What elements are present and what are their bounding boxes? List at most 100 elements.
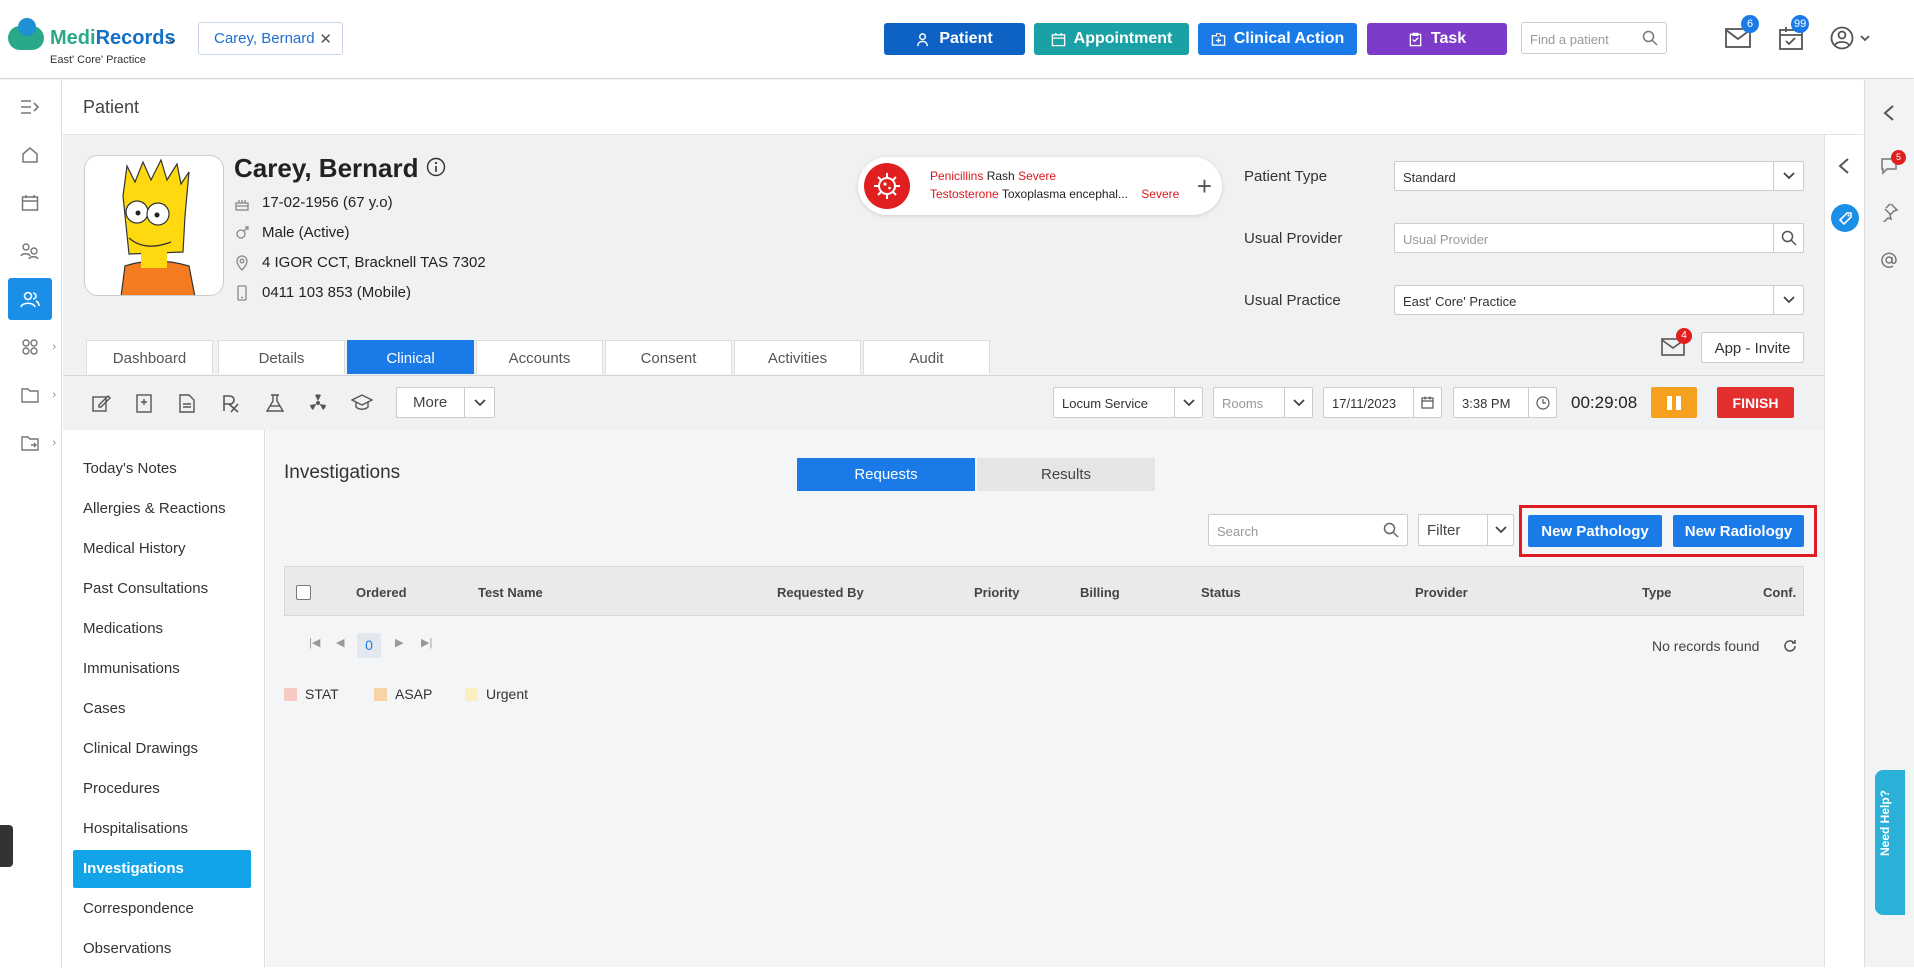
collapse-panel-icon[interactable] bbox=[1882, 104, 1896, 126]
app-logo[interactable]: MediRecords bbox=[50, 27, 176, 50]
patients-icon[interactable] bbox=[8, 278, 52, 320]
col-conf[interactable]: Conf. bbox=[1763, 585, 1796, 600]
results-toggle[interactable]: Results bbox=[977, 458, 1155, 491]
menu-hospitalisations[interactable]: Hospitalisations bbox=[73, 810, 251, 848]
time-input[interactable]: 3:38 PM bbox=[1453, 387, 1557, 418]
need-help-tab[interactable]: Need Help? bbox=[1875, 770, 1905, 915]
finish-button[interactable]: FINISH bbox=[1717, 387, 1794, 418]
folder-icon[interactable]: › bbox=[8, 374, 56, 416]
usual-provider-input[interactable]: Usual Provider bbox=[1394, 223, 1804, 253]
pause-button[interactable] bbox=[1651, 387, 1697, 418]
new-task-button[interactable]: Task bbox=[1367, 23, 1507, 55]
document-icon[interactable] bbox=[178, 393, 196, 417]
menu-past-consultations[interactable]: Past Consultations bbox=[73, 570, 251, 608]
folder-share-icon[interactable]: › bbox=[8, 422, 56, 464]
menu-observations[interactable]: Observations bbox=[73, 930, 251, 968]
more-dropdown[interactable]: More bbox=[396, 387, 495, 418]
chevron-down-icon[interactable] bbox=[1487, 515, 1513, 545]
chevron-down-icon[interactable] bbox=[1284, 388, 1312, 417]
close-icon[interactable]: ✕ bbox=[319, 30, 332, 48]
col-status[interactable]: Status bbox=[1201, 585, 1241, 600]
page-number[interactable]: 0 bbox=[357, 633, 381, 658]
new-radiology-button[interactable]: New Radiology bbox=[1673, 515, 1804, 547]
col-provider[interactable]: Provider bbox=[1415, 585, 1468, 600]
education-icon[interactable] bbox=[350, 393, 374, 417]
patient-type-select[interactable]: Standard bbox=[1394, 161, 1804, 191]
mail-icon[interactable]: 6 bbox=[1725, 15, 1759, 54]
menu-medical-history[interactable]: Medical History bbox=[73, 530, 251, 568]
rooms-select[interactable]: Rooms bbox=[1213, 387, 1313, 418]
filter-dropdown[interactable]: Filter bbox=[1418, 514, 1514, 546]
app-messages-icon[interactable]: 4 bbox=[1661, 328, 1692, 361]
tab-audit[interactable]: Audit bbox=[863, 340, 990, 374]
info-icon[interactable] bbox=[426, 157, 446, 177]
find-patient-input[interactable]: Find a patient bbox=[1521, 22, 1667, 54]
calendar-nav-icon[interactable] bbox=[8, 182, 52, 224]
left-edge-tab[interactable] bbox=[0, 825, 13, 867]
tab-clinical[interactable]: Clinical bbox=[347, 340, 474, 374]
notes-edit-icon[interactable] bbox=[91, 393, 111, 417]
menu-procedures[interactable]: Procedures bbox=[73, 770, 251, 808]
service-select[interactable]: Locum Service bbox=[1053, 387, 1203, 418]
new-pathology-button[interactable]: New Pathology bbox=[1528, 515, 1662, 547]
col-test-name[interactable]: Test Name bbox=[478, 585, 543, 600]
radiation-icon[interactable] bbox=[308, 393, 328, 417]
app-invite-button[interactable]: App - Invite bbox=[1701, 332, 1804, 363]
col-billing[interactable]: Billing bbox=[1080, 585, 1120, 600]
tab-accounts[interactable]: Accounts bbox=[476, 340, 603, 374]
chevron-down-icon[interactable]: ⌄ bbox=[166, 30, 178, 47]
first-page-icon[interactable]: |◀ bbox=[309, 636, 320, 649]
refresh-icon[interactable] bbox=[1782, 638, 1798, 658]
tab-consent[interactable]: Consent bbox=[605, 340, 732, 374]
search-icon[interactable] bbox=[1642, 30, 1658, 46]
search-icon[interactable] bbox=[1383, 522, 1399, 538]
menu-todays-notes[interactable]: Today's Notes bbox=[73, 450, 251, 488]
tab-dashboard[interactable]: Dashboard bbox=[86, 340, 213, 374]
chat-icon[interactable]: 5 bbox=[1879, 150, 1906, 180]
investigations-search-input[interactable]: Search bbox=[1208, 514, 1408, 546]
menu-investigations[interactable]: Investigations bbox=[73, 850, 251, 888]
menu-immunisations[interactable]: Immunisations bbox=[73, 650, 251, 688]
menu-allergies-reactions[interactable]: Allergies & Reactions bbox=[73, 490, 251, 528]
usual-practice-select[interactable]: East' Core' Practice bbox=[1394, 285, 1804, 315]
tab-activities[interactable]: Activities bbox=[734, 340, 861, 374]
chevron-down-icon[interactable] bbox=[1773, 286, 1803, 314]
home-icon[interactable] bbox=[8, 134, 52, 176]
date-input[interactable]: 17/11/2023 bbox=[1323, 387, 1442, 418]
calendar-check-icon[interactable]: 99 bbox=[1779, 15, 1810, 54]
allergy-alert-panel[interactable]: Penicillins Rash Severe Testosterone Tox… bbox=[858, 157, 1222, 215]
col-requested-by[interactable]: Requested By bbox=[777, 585, 864, 600]
open-patient-chip[interactable]: Carey, Bernard ✕ bbox=[198, 22, 343, 55]
tag-icon[interactable] bbox=[1831, 204, 1859, 232]
modules-icon[interactable]: › bbox=[8, 326, 56, 368]
medical-certificate-icon[interactable] bbox=[135, 393, 153, 417]
search-icon[interactable] bbox=[1773, 224, 1803, 252]
next-page-icon[interactable]: ▶ bbox=[395, 636, 403, 649]
prescription-icon[interactable] bbox=[221, 393, 241, 417]
col-priority[interactable]: Priority bbox=[974, 585, 1020, 600]
waiting-room-icon[interactable] bbox=[8, 230, 52, 272]
new-patient-button[interactable]: Patient bbox=[884, 23, 1025, 55]
chevron-down-icon[interactable] bbox=[1174, 388, 1202, 417]
clock-icon[interactable] bbox=[1528, 388, 1556, 417]
add-allergy-icon[interactable]: + bbox=[1197, 171, 1212, 202]
menu-clinical-drawings[interactable]: Clinical Drawings bbox=[73, 730, 251, 768]
prev-page-icon[interactable]: ◀ bbox=[336, 636, 344, 649]
tab-details[interactable]: Details bbox=[218, 340, 345, 374]
expand-menu-icon[interactable] bbox=[8, 86, 52, 128]
requests-toggle[interactable]: Requests bbox=[797, 458, 975, 491]
calendar-icon[interactable] bbox=[1413, 388, 1441, 417]
menu-cases[interactable]: Cases bbox=[73, 690, 251, 728]
chevron-down-icon[interactable] bbox=[464, 388, 494, 417]
col-ordered[interactable]: Ordered bbox=[356, 585, 407, 600]
pin-icon[interactable] bbox=[1879, 202, 1899, 226]
collapse-panel-icon[interactable] bbox=[1837, 157, 1851, 179]
clinical-action-button[interactable]: Clinical Action bbox=[1198, 23, 1357, 55]
col-type[interactable]: Type bbox=[1642, 585, 1671, 600]
new-appointment-button[interactable]: Appointment bbox=[1034, 23, 1189, 55]
menu-correspondence[interactable]: Correspondence bbox=[73, 890, 251, 928]
chevron-down-icon[interactable] bbox=[1773, 162, 1803, 190]
mention-icon[interactable] bbox=[1879, 250, 1899, 274]
pathology-flask-icon[interactable] bbox=[264, 393, 286, 417]
last-page-icon[interactable]: ▶| bbox=[421, 636, 432, 649]
